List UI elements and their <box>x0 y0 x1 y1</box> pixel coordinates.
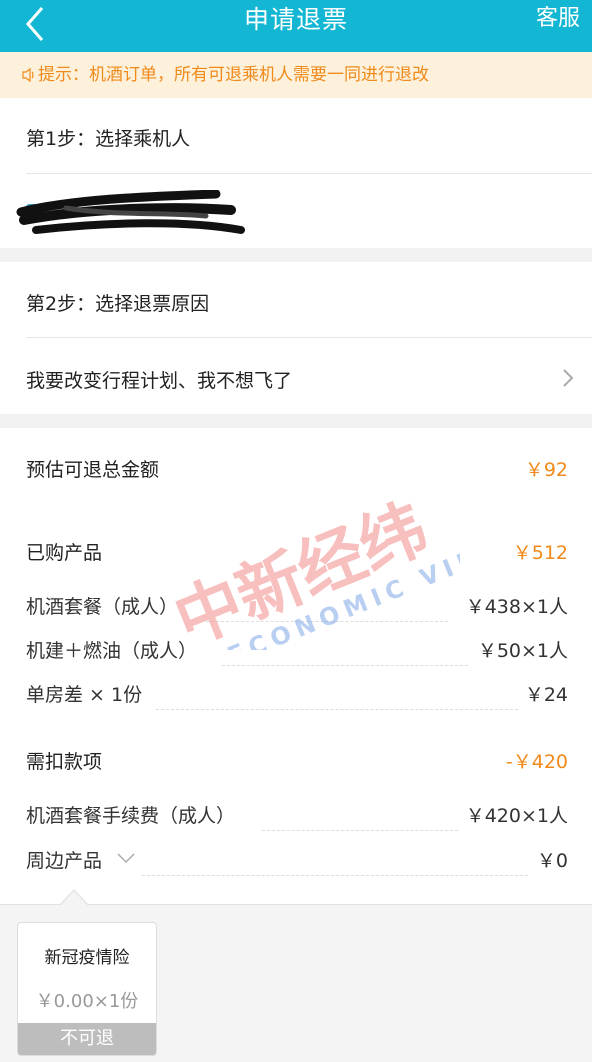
insurance-price: ￥0.00×1份 <box>35 991 139 1012</box>
chevron-right-icon[interactable] <box>562 368 574 388</box>
customer-service-button[interactable]: 客服 <box>536 0 580 40</box>
divider <box>26 173 592 174</box>
deduction-value: -￥420 <box>505 751 568 773</box>
purchased-value: ￥512 <box>512 542 568 564</box>
step2-title: 第2步：选择退票原因 <box>26 293 210 315</box>
chevron-down-icon[interactable] <box>116 852 136 864</box>
line-item: 单房差 × 1份 ￥24 <box>26 680 568 710</box>
line-item-value: ￥0 <box>536 850 568 872</box>
line-item-label: 机建＋燃油（成人） <box>26 640 198 662</box>
line-item-label: 单房差 × 1份 <box>26 684 143 706</box>
purchased-label: 已购产品 <box>26 542 103 564</box>
total-refund-value: ￥92 <box>524 459 568 481</box>
deduction-label: 需扣款项 <box>26 751 103 773</box>
page-title: 申请退票 <box>243 5 348 34</box>
line-item-label: 机酒套餐手续费（成人） <box>26 805 236 827</box>
divider <box>26 337 592 338</box>
step2-card: 第2步：选择退票原因 我要改变行程计划、我不想飞了 <box>0 262 592 414</box>
non-refundable-badge: 不可退 <box>18 1023 156 1055</box>
line-item-label: 周边产品 <box>26 850 103 872</box>
dotted-leader <box>142 875 528 876</box>
surrounding-products-row[interactable]: 周边产品 ￥0 <box>26 846 568 876</box>
refund-detail-card: 预估可退总金额 ￥92 已购产品 ￥512 机酒套餐（成人） ￥438×1人 机… <box>0 428 592 904</box>
refund-reason-selector[interactable]: 我要改变行程计划、我不想飞了 <box>26 366 542 393</box>
notice-text: 提示：机酒订单，所有可退乘机人需要一同进行退改 <box>38 65 429 85</box>
line-item: 机建＋燃油（成人） ￥50×1人 <box>26 636 568 666</box>
total-refund-label: 预估可退总金额 <box>26 459 160 481</box>
notice-bar: 提示：机酒订单，所有可退乘机人需要一同进行退改 <box>0 52 592 98</box>
line-item: 机酒套餐手续费（成人） ￥420×1人 <box>26 801 568 831</box>
dotted-leader <box>206 621 448 622</box>
passenger-redacted-scribble[interactable] <box>16 190 246 240</box>
line-item-value: ￥420×1人 <box>465 805 568 827</box>
nav-header: 申请退票 客服 <box>0 0 592 52</box>
line-item-label: 机酒套餐（成人） <box>26 596 179 618</box>
speaker-icon <box>22 67 34 83</box>
line-item-value: ￥50×1人 <box>477 640 568 662</box>
step1-title: 第1步：选择乘机人 <box>26 128 191 150</box>
dotted-leader <box>156 709 518 710</box>
insurance-name: 新冠疫情险 <box>44 948 130 968</box>
line-item-value: ￥438×1人 <box>465 596 568 618</box>
panel-pointer-inner <box>61 891 87 905</box>
dotted-leader <box>222 665 468 666</box>
line-item: 机酒套餐（成人） ￥438×1人 <box>26 592 568 622</box>
dotted-leader <box>262 830 458 831</box>
insurance-card[interactable]: 新冠疫情险 ￥0.00×1份 不可退 <box>17 922 157 1056</box>
line-item-value: ￥24 <box>524 684 568 706</box>
